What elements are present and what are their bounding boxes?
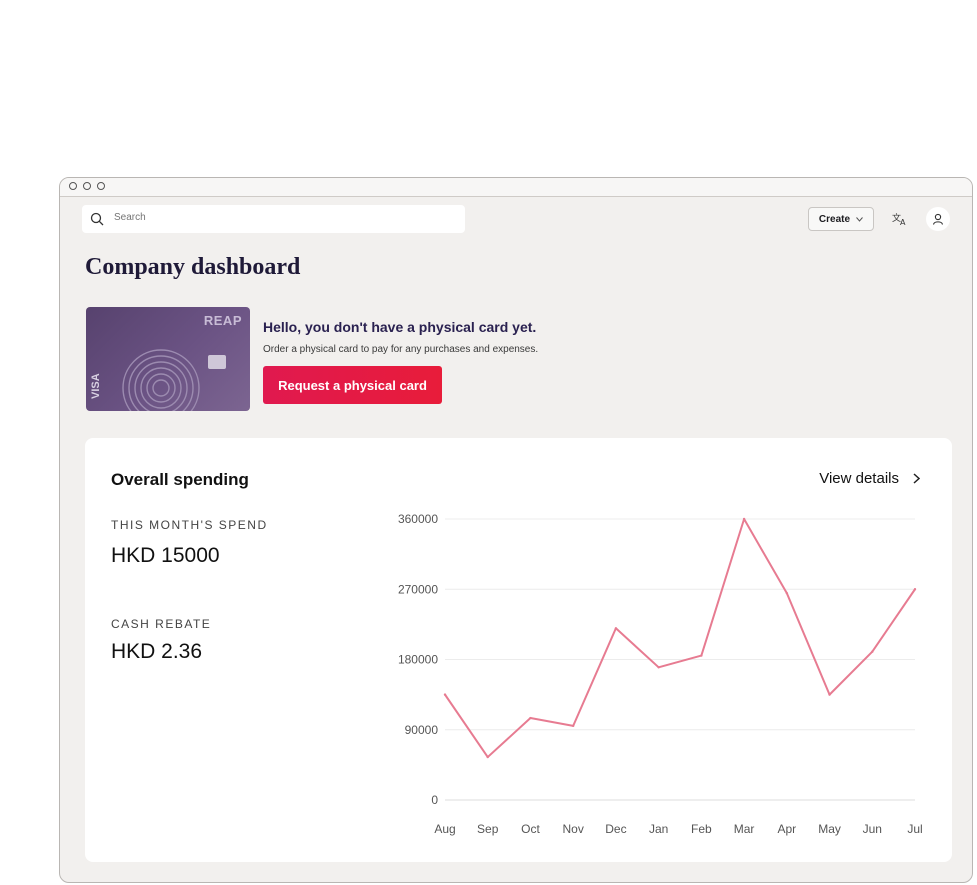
x-tick-label: Aug xyxy=(434,822,455,836)
view-details-label: View details xyxy=(819,470,899,487)
y-tick-label: 90000 xyxy=(405,723,439,737)
month-spend-value: HKD 15000 xyxy=(111,544,220,567)
translate-icon: 文 A xyxy=(892,212,906,226)
card-chip xyxy=(208,355,226,369)
data-point xyxy=(443,693,447,696)
data-point xyxy=(614,627,618,630)
y-tick-label: 270000 xyxy=(398,582,438,596)
x-tick-label: Mar xyxy=(734,822,755,836)
x-tick-label: Feb xyxy=(691,822,712,836)
promo-description: Order a physical card to pay for any pur… xyxy=(263,344,539,355)
search-input[interactable] xyxy=(112,211,446,224)
spending-panel: Overall spending View details THIS MONTH… xyxy=(85,438,952,862)
data-point xyxy=(700,654,703,657)
request-physical-card-button[interactable]: Request a physical card xyxy=(263,366,442,404)
data-point xyxy=(529,716,532,720)
cash-rebate-value: HKD 2.36 xyxy=(111,640,203,663)
spending-title: Overall spending xyxy=(111,470,249,489)
browser-window: Create 文 A Company dashboard REAP xyxy=(59,177,973,883)
user-icon xyxy=(932,213,944,225)
data-point xyxy=(657,666,660,669)
data-point xyxy=(486,755,489,759)
x-tick-label: Apr xyxy=(777,822,796,836)
data-point xyxy=(571,724,575,728)
x-tick-label: Dec xyxy=(605,822,626,836)
window-titlebar xyxy=(60,178,972,197)
month-spend-label: THIS MONTH'S SPEND xyxy=(111,518,268,532)
x-tick-label: Nov xyxy=(563,822,584,836)
spending-series-line xyxy=(444,518,916,759)
data-point xyxy=(871,650,874,653)
x-tick-label: Jul xyxy=(907,822,922,836)
y-tick-label: 180000 xyxy=(398,653,438,667)
window-dot-close[interactable] xyxy=(69,182,77,190)
window-dot-minimize[interactable] xyxy=(83,182,91,190)
search-bar[interactable] xyxy=(82,205,465,233)
search-icon xyxy=(90,212,104,226)
y-tick-label: 0 xyxy=(431,793,438,807)
translate-button[interactable]: 文 A xyxy=(888,207,912,231)
promo-title: Hello, you don't have a physical card ye… xyxy=(263,319,537,335)
x-tick-label: Oct xyxy=(521,822,540,836)
create-button[interactable]: Create xyxy=(808,207,874,231)
y-tick-label: 360000 xyxy=(398,512,438,526)
data-point xyxy=(913,588,917,591)
view-details-link[interactable]: View details xyxy=(819,470,920,487)
card-brand-logo: REAP xyxy=(203,313,242,328)
spending-line-chart: 0 90000 180000 270000 360000 Aug Sep Oct Nov Dec J… xyxy=(398,512,923,836)
data-point xyxy=(785,591,789,595)
account-button[interactable] xyxy=(926,207,950,231)
chevron-down-icon xyxy=(856,216,863,222)
chevron-right-icon xyxy=(913,473,920,484)
cash-rebate-label: CASH REBATE xyxy=(111,617,212,631)
data-point xyxy=(742,517,746,521)
data-point xyxy=(828,693,831,696)
window-dot-maximize[interactable] xyxy=(97,182,105,190)
svg-text:A: A xyxy=(900,218,906,226)
card-network-logo: VISA xyxy=(90,373,102,399)
page-title: Company dashboard xyxy=(85,254,301,280)
x-tick-label: Sep xyxy=(477,822,499,836)
fingerprint-icon xyxy=(122,349,200,411)
x-tick-label: Jan xyxy=(649,822,668,836)
x-tick-label: Jun xyxy=(863,822,882,836)
create-label: Create xyxy=(818,213,851,225)
card-image: REAP VISA xyxy=(86,307,250,411)
x-tick-label: May xyxy=(818,822,841,836)
